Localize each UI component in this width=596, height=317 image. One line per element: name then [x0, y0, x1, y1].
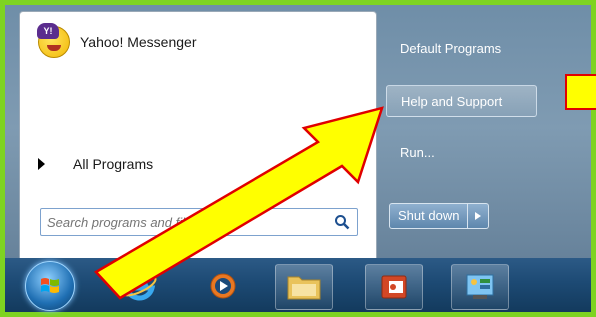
annotation-highlight-box: [565, 74, 596, 110]
annotation-arrow: [94, 106, 384, 300]
